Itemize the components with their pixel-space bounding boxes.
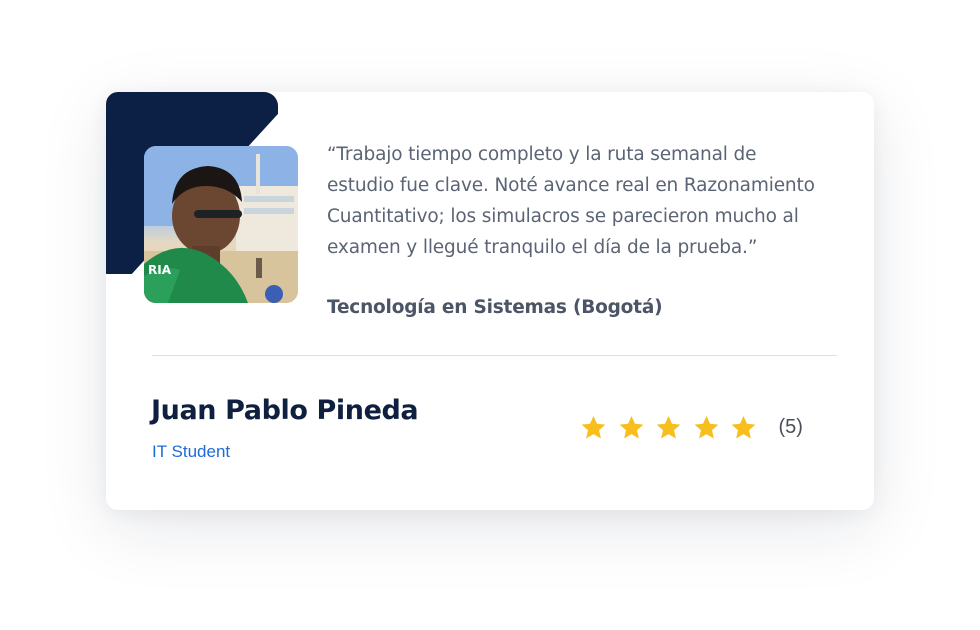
star-rating: (5)	[580, 414, 803, 441]
author-name: Juan Pablo Pineda	[151, 395, 419, 426]
star-icon	[731, 416, 756, 439]
star-icon	[619, 416, 643, 439]
svg-text:RIA: RIA	[148, 263, 172, 277]
star-icon	[656, 416, 681, 439]
star-icon	[581, 416, 606, 439]
student-photo-icon: RIA	[144, 146, 298, 303]
star-icon	[694, 416, 718, 439]
testimonial-quote: “Trabajo tiempo completo y la ruta seman…	[327, 144, 815, 258]
divider	[152, 355, 837, 356]
program-label: Tecnología en Sistemas (Bogotá)	[327, 297, 663, 318]
author-role: IT Student	[152, 442, 231, 461]
author-avatar: RIA	[144, 146, 298, 303]
rating-count: (5)	[778, 416, 803, 438]
testimonial-stage: RIA “Trabajo tiempo completo y la ruta s…	[0, 0, 980, 630]
